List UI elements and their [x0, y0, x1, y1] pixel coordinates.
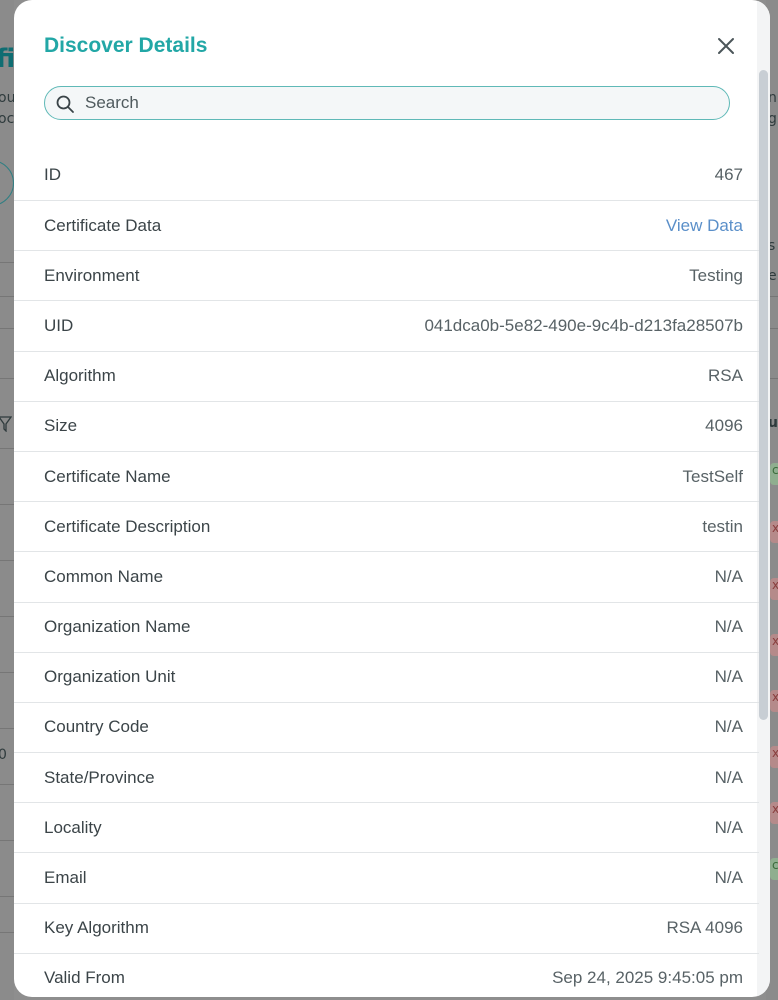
detail-label: Common Name [44, 566, 164, 586]
detail-value: RSA [708, 366, 743, 386]
modal-title: Discover Details [44, 34, 208, 57]
detail-row: Organization Unit N/A [14, 653, 759, 703]
detail-row: Certificate Data View Data [14, 201, 759, 252]
search-input[interactable] [85, 87, 717, 118]
detail-row: Size 4096 [14, 402, 759, 452]
detail-label: Key Algorithm [44, 918, 149, 938]
detail-value: testin [702, 516, 743, 536]
status-badge: x [770, 578, 778, 600]
detail-value: N/A [714, 667, 743, 687]
search-icon [56, 95, 74, 113]
close-button[interactable] [716, 36, 736, 56]
detail-value: 041dca0b-5e82-490e-9c4b-d213fa28507b [424, 315, 743, 335]
detail-value: N/A [714, 617, 743, 637]
detail-label: Email [44, 868, 87, 888]
detail-value: N/A [714, 717, 743, 737]
status-badge: x [770, 802, 778, 824]
background-number: 0 [0, 747, 7, 763]
detail-value: RSA 4096 [666, 918, 743, 938]
detail-value: TestSelf [682, 466, 743, 486]
discover-details-modal: Discover Details ID 467 Certificate Data Vi… [14, 0, 770, 997]
detail-value: Sep 24, 2025 9:45:05 pm [552, 968, 743, 988]
detail-label: Algorithm [44, 366, 116, 386]
detail-row: Valid From Sep 24, 2025 9:45:05 pm [14, 954, 759, 997]
detail-row: Email N/A [14, 853, 759, 904]
detail-row: UID 041dca0b-5e82-490e-9c4b-d213fa28507b [14, 301, 759, 352]
detail-value: 467 [714, 165, 743, 184]
detail-row: Common Name N/A [14, 552, 759, 603]
detail-row: Locality N/A [14, 803, 759, 854]
detail-row: ID 467 [14, 150, 759, 201]
detail-value: 4096 [705, 416, 743, 436]
detail-label: Country Code [44, 717, 149, 737]
detail-row: State/Province N/A [14, 753, 759, 804]
background-text: ou [0, 90, 14, 106]
detail-label: Certificate Description [44, 516, 211, 536]
filter-icon [0, 416, 12, 432]
background-avatar [0, 160, 14, 206]
detail-label: Valid From [44, 968, 125, 988]
background-text: oc [0, 111, 14, 127]
detail-label: UID [44, 315, 74, 335]
status-badge: x [770, 746, 778, 768]
detail-value: N/A [714, 566, 743, 586]
scrollbar-thumb[interactable] [759, 70, 768, 720]
modal-header: Discover Details [44, 30, 740, 62]
detail-label: Certificate Data [44, 215, 162, 235]
detail-value: Testing [689, 265, 743, 285]
status-badge: c [770, 463, 778, 485]
detail-value: N/A [714, 767, 743, 787]
detail-row: Algorithm RSA [14, 352, 759, 402]
detail-label: Locality [44, 817, 102, 837]
detail-row: Environment Testing [14, 251, 759, 302]
detail-row: Organization Name N/A [14, 603, 759, 653]
close-icon [718, 38, 734, 54]
status-badge: x [770, 634, 778, 656]
detail-label: Environment [44, 265, 140, 285]
detail-value: N/A [714, 817, 743, 837]
search-field[interactable] [44, 86, 730, 120]
background-page-title: fi [0, 44, 14, 74]
detail-label: Organization Name [44, 617, 191, 637]
details-list: ID 467 Certificate Data View Data Environmen… [14, 150, 759, 997]
detail-label: ID [44, 165, 61, 184]
detail-value: N/A [714, 868, 743, 888]
status-badge: x [770, 690, 778, 712]
detail-row: Country Code N/A [14, 703, 759, 754]
view-data-link[interactable]: View Data [666, 216, 743, 236]
background-page-left: fi ou oc 0 [0, 0, 14, 1000]
status-badge: c [770, 858, 778, 880]
detail-row: Certificate Description testin [14, 502, 759, 553]
detail-row: Certificate Name TestSelf [14, 452, 759, 503]
detail-label: Organization Unit [44, 667, 176, 687]
detail-row: Key Algorithm RSA 4096 [14, 904, 759, 954]
status-badge: x [770, 521, 778, 543]
detail-label: Certificate Name [44, 466, 171, 486]
detail-label: State/Province [44, 767, 155, 787]
detail-label: Size [44, 416, 78, 436]
